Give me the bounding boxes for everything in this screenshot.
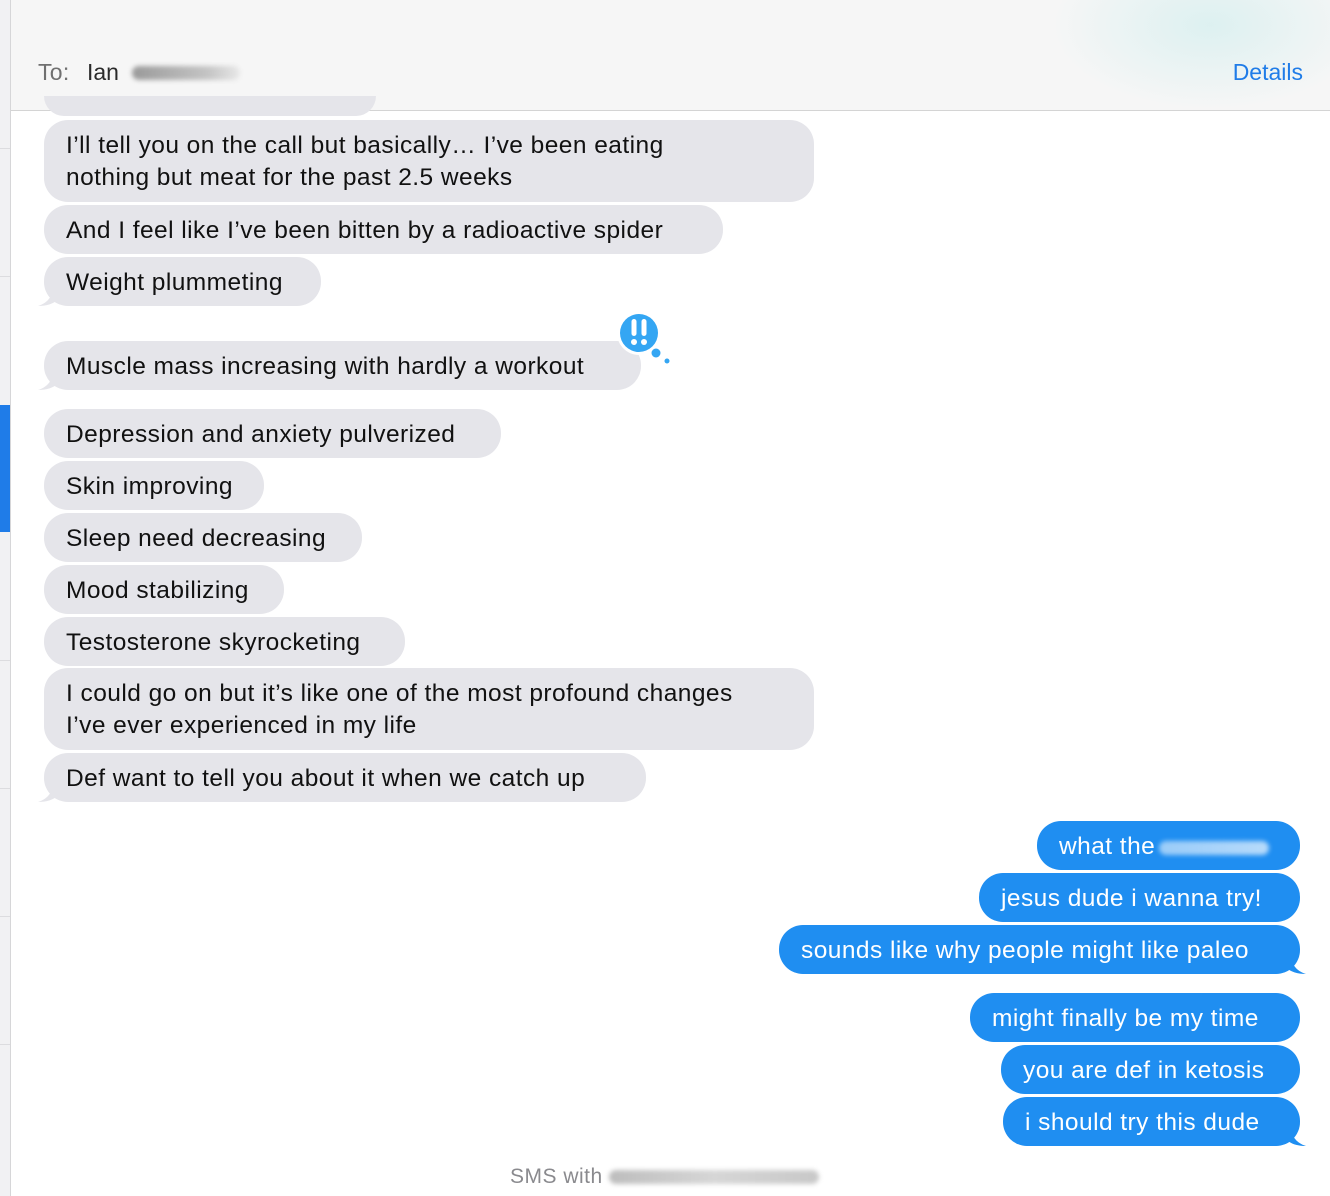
message-text-line2: I’ve ever experienced in my life	[66, 712, 417, 739]
incoming-message[interactable]: Sleep need decreasing	[44, 513, 362, 562]
conversation-header: To: Ian Details	[11, 0, 1330, 111]
conversation-sidebar-edge[interactable]	[0, 0, 11, 1196]
recipient-name[interactable]: Ian	[87, 59, 119, 86]
incoming-message[interactable]: Muscle mass increasing with hardly a wor…	[44, 341, 641, 390]
message-text: what the	[1059, 833, 1156, 860]
sms-service-label: SMS with	[510, 1165, 819, 1189]
incoming-message[interactable]: Depression and anxiety pulverized	[44, 409, 501, 458]
outgoing-message[interactable]: sounds like why people might like paleo	[779, 925, 1300, 974]
incoming-message[interactable]: Def want to tell you about it when we ca…	[44, 753, 646, 802]
incoming-message[interactable]: Mood stabilizing	[44, 565, 284, 614]
messages-window: To: Ian Details I’ll tell you on the cal…	[0, 0, 1330, 1196]
recipient-name-redaction	[132, 66, 240, 80]
incoming-message[interactable]: Testosterone skyrocketing	[44, 617, 405, 666]
outgoing-message[interactable]: what the	[1037, 821, 1300, 870]
redacted-text	[1159, 840, 1270, 855]
incoming-message[interactable]: And I feel like I’ve been bitten by a ra…	[44, 205, 723, 254]
outgoing-message[interactable]: you are def in ketosis	[1001, 1045, 1300, 1094]
selected-conversation-indicator[interactable]	[0, 405, 10, 532]
incoming-message[interactable]: I’ll tell you on the call but basically……	[44, 120, 814, 202]
message-bubble-clipped[interactable]	[44, 96, 376, 116]
details-button[interactable]: Details	[1233, 59, 1303, 86]
incoming-message[interactable]: Weight plummeting	[44, 257, 321, 306]
to-label: To:	[38, 59, 70, 85]
sms-label-text: SMS with	[510, 1165, 603, 1188]
redacted-phone-number	[608, 1170, 819, 1185]
message-text-line2: nothing but meat for the past 2.5 weeks	[66, 164, 513, 191]
message-text: I could go on but it’s like one of the m…	[66, 680, 733, 707]
outgoing-message[interactable]: i should try this dude	[1003, 1097, 1300, 1146]
incoming-message[interactable]: I could go on but it’s like one of the m…	[44, 668, 814, 750]
incoming-message[interactable]: Skin improving	[44, 461, 264, 510]
message-text: I’ll tell you on the call but basically……	[66, 132, 664, 159]
outgoing-message[interactable]: jesus dude i wanna try!	[979, 873, 1300, 922]
double-exclamation-icon[interactable]	[614, 308, 674, 368]
outgoing-message[interactable]: might finally be my time	[970, 993, 1300, 1042]
